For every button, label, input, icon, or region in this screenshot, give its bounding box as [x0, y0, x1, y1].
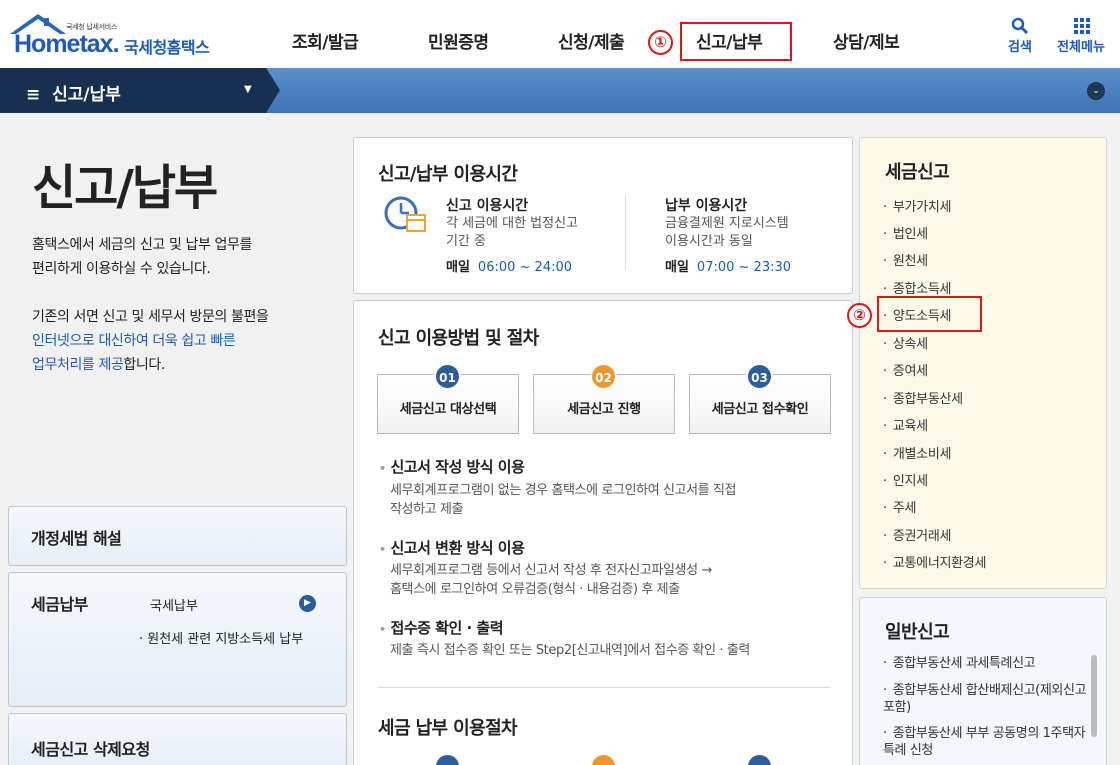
- clock-calendar-icon: [384, 196, 426, 232]
- step-badge-2: 02: [590, 363, 617, 390]
- nav-certificate[interactable]: 민원증명: [428, 28, 489, 53]
- pay-desc-line1: 금융결제원 지로시스템: [665, 216, 789, 231]
- national-tax-payment-link[interactable]: 국세납부: [150, 595, 198, 614]
- arrow-right-icon[interactable]: ▶: [299, 595, 316, 612]
- tax-item-education[interactable]: 교육세: [883, 415, 928, 434]
- section-divider: [378, 687, 830, 688]
- tax-item-consumption[interactable]: 개별소비세: [883, 443, 952, 462]
- method3-desc: 제출 즉시 접수증 확인 또는 Step2[신고내역]에서 접수증 확인 · 출…: [390, 643, 750, 658]
- report-hours-heading: 신고 이용시간: [446, 198, 529, 214]
- top-header: 국세청 납세서비스 Hometax. 국세청홈택스 조회/발급 민원증명 신청/…: [0, 0, 1120, 68]
- hours-title: 신고/납부 이용시간: [378, 164, 518, 185]
- tax-item-income[interactable]: 종합소득세: [883, 278, 952, 297]
- nav-highlight-box: [680, 22, 792, 61]
- report-desc-line2: 기간 중: [446, 234, 487, 249]
- tax-item-transport-energy[interactable]: 교통에너지환경세: [883, 552, 987, 571]
- marker-one: ①: [648, 30, 673, 55]
- all-menu-button[interactable]: 전체메뉴: [1052, 16, 1110, 55]
- pay-day: 매일: [665, 260, 689, 275]
- tax-item-withholding[interactable]: 원천세: [883, 250, 928, 269]
- chevron-down-icon[interactable]: ⌄: [1087, 82, 1105, 100]
- method3-heading: 접수증 확인 · 출력: [379, 617, 504, 638]
- tax-item-real-estate[interactable]: 종합부동산세: [883, 388, 963, 407]
- search-label: 검색: [1008, 40, 1032, 55]
- tax-item-inheritance[interactable]: 상속세: [883, 333, 928, 352]
- general-report-title: 일반신고: [885, 622, 950, 643]
- report-day: 매일: [446, 260, 470, 275]
- desc2-line3a: 업무처리를 제공: [32, 357, 124, 373]
- tax-item-stamp[interactable]: 인지세: [883, 470, 928, 489]
- procedure-title: 신고 이용방법 및 절차: [378, 328, 539, 349]
- method2-heading: 신고서 변환 방식 이용: [379, 537, 525, 558]
- delete-request-title: 세금신고 삭제요청: [31, 740, 150, 759]
- tax-item-gift[interactable]: 증여세: [883, 360, 928, 379]
- pay-desc-line2: 이용시간과 동일: [665, 234, 753, 249]
- hamburger-icon: ≡: [26, 85, 41, 105]
- page-title: 신고/납부: [32, 160, 218, 216]
- report-time: 06:00 ~ 24:00: [477, 260, 573, 275]
- tax-item-corporate[interactable]: 법인세: [883, 223, 928, 242]
- tax-payment-box: 세금납부 국세납부 ▶ · 원천세 관련 지방소득세 납부: [8, 572, 347, 707]
- step-badge-1: 01: [434, 363, 461, 390]
- method1-desc: 세무회계프로그램이 없는 경우 홈택스에 로그인하여 신고서를 직접 작성하고 …: [390, 481, 736, 519]
- page-description-2: 기존의 서면 신고 및 세무서 방문의 불편을 인터넷으로 대신하여 더욱 쉽고…: [32, 305, 269, 377]
- all-menu-label: 전체메뉴: [1057, 40, 1105, 55]
- report-desc-line1: 각 세금에 대한 법정신고: [446, 216, 578, 231]
- tax-law-box[interactable]: 개정세법 해설: [8, 506, 347, 566]
- tax-item-securities[interactable]: 증권거래세: [883, 525, 952, 544]
- desc1-line1: 홈택스에서 세금의 신고 및 납부 업무를: [32, 237, 252, 253]
- search-icon: [1011, 17, 1029, 35]
- general-item-couple[interactable]: 종합부동산세 부부 공동명의 1주택자 특례 신청: [883, 725, 1098, 759]
- pay-time: 07:00 ~ 23:30: [696, 260, 792, 275]
- logo-english: Hometax.: [14, 30, 120, 58]
- method1-line2: 작성하고 제출: [390, 502, 464, 517]
- page-description-1: 홈택스에서 세금의 신고 및 납부 업무를 편리하게 이용하실 수 있습니다.: [32, 233, 252, 281]
- step-badge-3: 03: [746, 363, 773, 390]
- local-income-tax-link[interactable]: · 원천세 관련 지방소득세 납부: [139, 628, 303, 647]
- pay-hours-desc: 금융결제원 지로시스템 이용시간과 동일: [665, 215, 789, 251]
- hometax-logo[interactable]: 국세청 납세서비스 Hometax. 국세청홈택스: [8, 12, 223, 62]
- report-hours-desc: 각 세금에 대한 법정신고 기간 중: [446, 215, 578, 251]
- breadcrumb-text: 신고/납부: [52, 85, 121, 105]
- caret-down-icon[interactable]: ▼: [244, 84, 252, 95]
- pay-hours-value: 매일 07:00 ~ 23:30: [665, 256, 791, 275]
- pay-hours-heading: 납부 이용시간: [665, 198, 748, 214]
- report-hours-value: 매일 06:00 ~ 24:00: [446, 256, 572, 275]
- nav-application[interactable]: 신청/제출: [558, 28, 625, 53]
- desc2-line2: 인터넷으로 대신하여 더욱 쉽고 빠른: [32, 333, 236, 349]
- breadcrumb-label[interactable]: ≡ 신고/납부: [26, 80, 121, 105]
- desc2-line3b: 합니다.: [123, 357, 165, 373]
- tax-report-title: 세금신고: [885, 162, 950, 183]
- logo-korean: 국세청홈택스: [124, 38, 210, 57]
- desc2-line1: 기존의 서면 신고 및 세무서 방문의 불편을: [32, 309, 269, 325]
- tax-payment-title: 세금납부: [31, 595, 88, 614]
- scrollbar[interactable]: [1091, 655, 1097, 737]
- tax-item-vat[interactable]: 부가가치세: [883, 196, 952, 215]
- general-item-special[interactable]: 종합부동산세 과세특례신고: [883, 655, 1098, 672]
- grid-menu-icon: [1074, 18, 1090, 34]
- desc1-line2: 편리하게 이용하실 수 있습니다.: [32, 261, 211, 277]
- capital-gains-highlight-box: [877, 296, 982, 332]
- tax-law-title: 개정세법 해설: [31, 529, 122, 548]
- nav-inquiry[interactable]: 조회/발급: [292, 28, 359, 53]
- method2-desc: 세무회계프로그램 등에서 신고서 작성 후 전자신고파일생성 → 홈택스에 로그…: [390, 561, 712, 599]
- method1-heading: 신고서 작성 방식 이용: [379, 456, 525, 477]
- nav-consultation[interactable]: 상담/제보: [833, 28, 900, 53]
- method2-line2: 홈택스에 로그인하여 오류검증(형식 · 내용검증) 후 제출: [390, 582, 680, 597]
- method2-line1: 세무회계프로그램 등에서 신고서 작성 후 전자신고파일생성 →: [390, 563, 712, 578]
- tax-item-liquor[interactable]: 주세: [883, 497, 917, 516]
- marker-two: ②: [847, 303, 872, 328]
- payment-procedure-title: 세금 납부 이용절차: [378, 718, 518, 739]
- method1-line1: 세무회계프로그램이 없는 경우 홈택스에 로그인하여 신고서를 직접: [390, 483, 737, 498]
- general-item-exclusion[interactable]: 종합부동산세 합산배제신고(제외신고 포함): [883, 682, 1098, 716]
- delete-request-box[interactable]: 세금신고 삭제요청: [8, 713, 347, 765]
- search-button[interactable]: 검색: [1000, 16, 1040, 55]
- hours-divider: [625, 196, 626, 270]
